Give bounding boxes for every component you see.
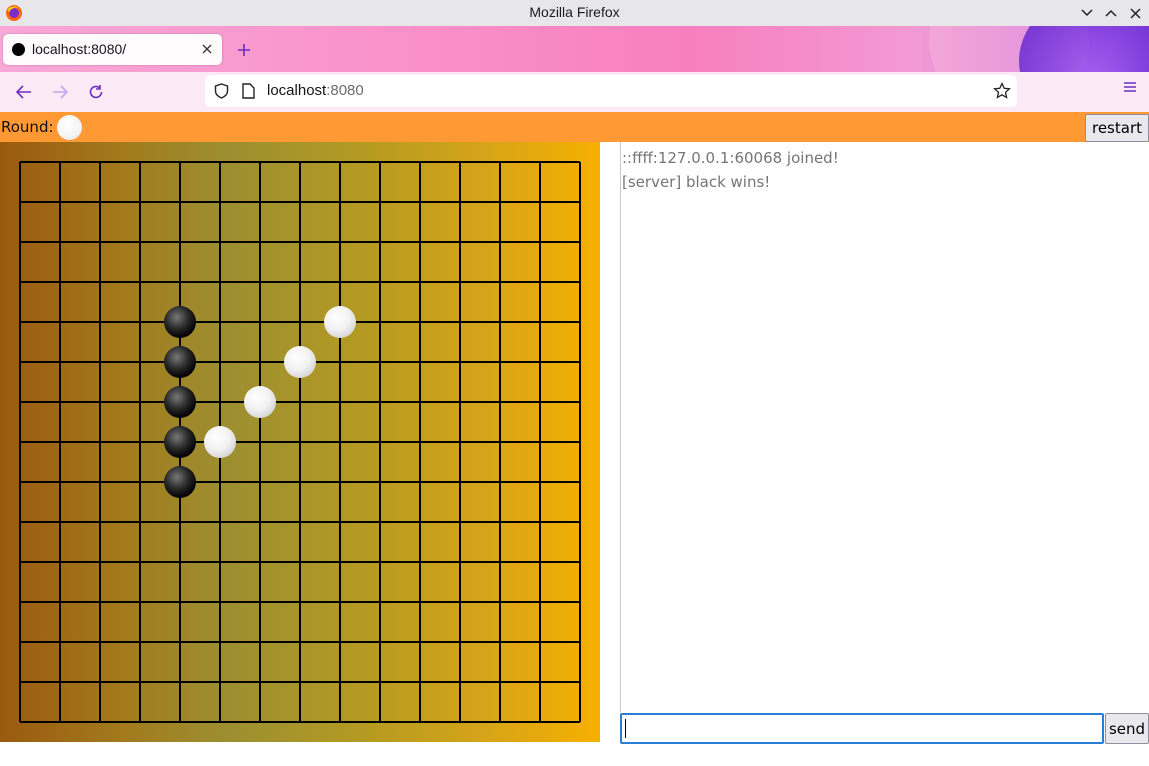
black-stone xyxy=(164,426,196,458)
arrow-left-icon xyxy=(16,85,31,99)
page-content: Round: restart ::ffff:127.0.0.1:60068 jo… xyxy=(0,112,1149,766)
reload-button[interactable] xyxy=(84,80,108,104)
maximize-button[interactable] xyxy=(1101,3,1121,23)
address-bar[interactable]: localhost:8080 xyxy=(205,75,1017,107)
page-icon[interactable] xyxy=(242,83,255,99)
minimize-button[interactable] xyxy=(1077,3,1097,23)
white-stone xyxy=(324,306,356,338)
url-port: :8080 xyxy=(326,82,364,99)
board-grid[interactable] xyxy=(0,142,600,742)
black-stone xyxy=(164,346,196,378)
tab-strip: localhost:8080/ xyxy=(0,26,1149,72)
game-header: Round: restart xyxy=(0,112,1149,142)
close-window-button[interactable] xyxy=(1125,3,1145,23)
send-button[interactable]: send xyxy=(1105,713,1149,744)
tab-close-button[interactable] xyxy=(198,40,216,58)
white-stone xyxy=(244,386,276,418)
shield-icon[interactable] xyxy=(214,83,229,99)
arrow-right-icon xyxy=(53,85,68,99)
new-tab-button[interactable] xyxy=(233,39,255,61)
round-indicator-stone xyxy=(57,115,82,140)
black-stone xyxy=(164,466,196,498)
round-label: Round: xyxy=(1,118,54,136)
chat-message: [server] black wins! xyxy=(622,173,771,191)
theme-decoration xyxy=(1019,26,1149,72)
hamburger-menu-icon[interactable] xyxy=(1123,80,1137,94)
window-titlebar: Mozilla Firefox xyxy=(0,0,1149,26)
chat-message: ::ffff:127.0.0.1:60068 joined! xyxy=(622,149,839,167)
url-host: localhost xyxy=(267,82,327,99)
url-text[interactable]: localhost:8080 xyxy=(267,82,364,99)
bookmark-star-icon[interactable] xyxy=(993,82,1011,100)
white-stone xyxy=(204,426,236,458)
forward-button[interactable] xyxy=(48,80,72,104)
close-icon xyxy=(202,44,212,54)
gomoku-board[interactable] xyxy=(0,142,600,742)
text-caret xyxy=(625,719,626,738)
tab-localhost[interactable]: localhost:8080/ xyxy=(3,34,222,65)
tab-title: localhost:8080/ xyxy=(32,41,127,57)
back-button[interactable] xyxy=(12,80,36,104)
chevron-down-icon xyxy=(1081,9,1093,17)
window-title: Mozilla Firefox xyxy=(529,4,620,20)
chat-log: ::ffff:127.0.0.1:60068 joined![server] b… xyxy=(620,142,1149,712)
plus-icon xyxy=(238,44,250,56)
chevron-up-icon xyxy=(1105,9,1117,17)
white-stone xyxy=(284,346,316,378)
close-icon xyxy=(1129,7,1141,19)
navigation-toolbar: localhost:8080 xyxy=(0,72,1149,112)
chat-input[interactable] xyxy=(620,713,1104,744)
black-stone-favicon-icon xyxy=(12,43,25,56)
reload-icon xyxy=(89,85,103,99)
black-stone xyxy=(164,306,196,338)
restart-button[interactable]: restart xyxy=(1084,114,1149,142)
black-stone xyxy=(164,386,196,418)
